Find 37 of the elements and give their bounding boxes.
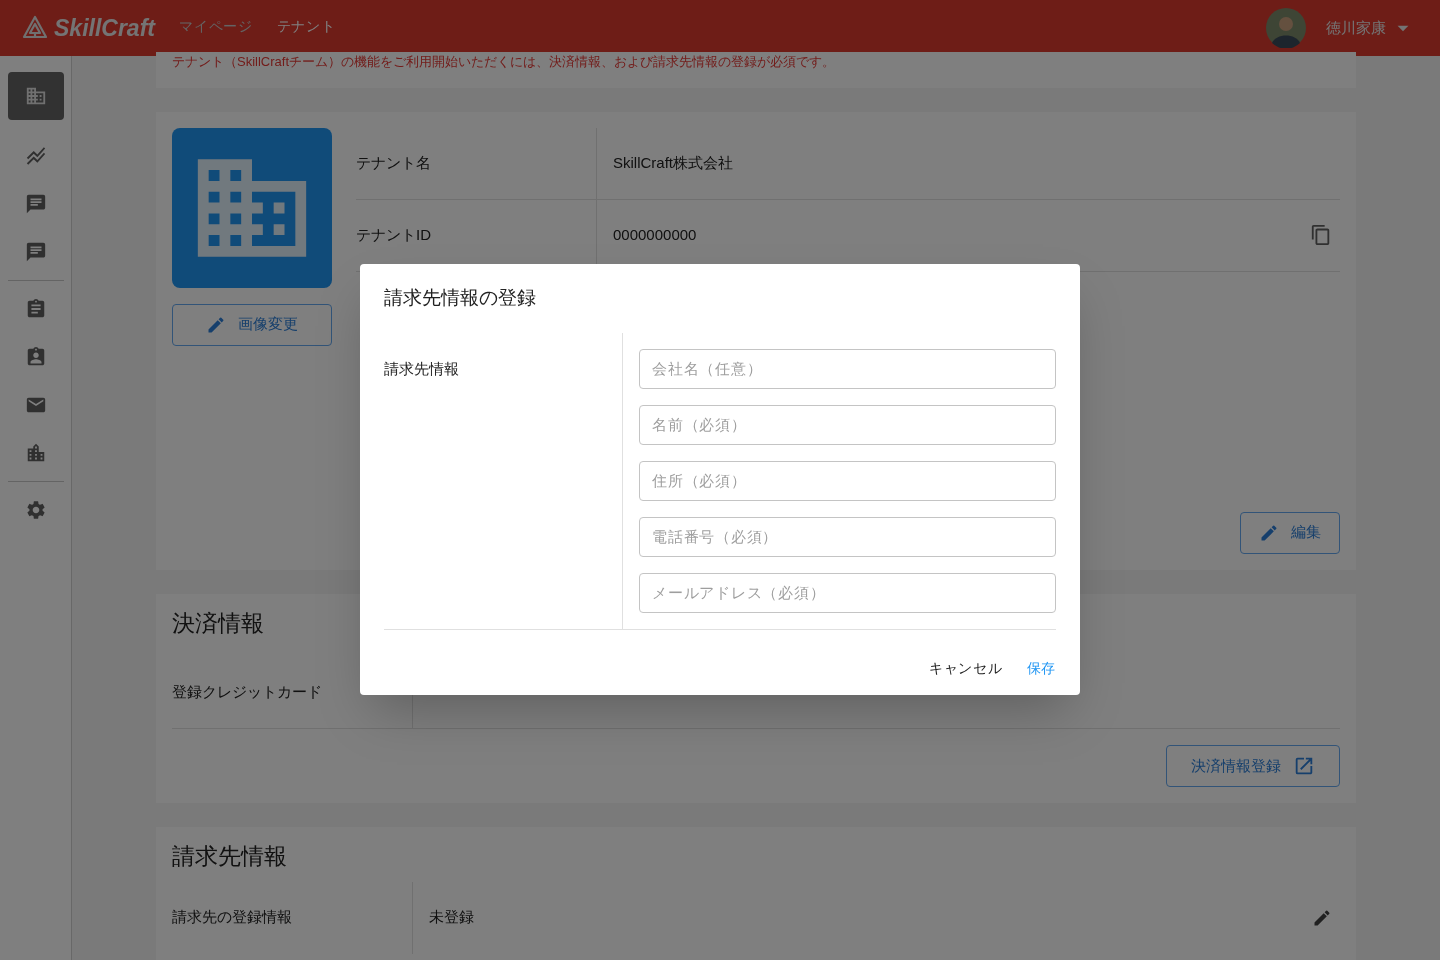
text-field[interactable]: 名前（必須） (639, 404, 1056, 445)
pencil-icon (206, 314, 226, 335)
building-icon (24, 85, 47, 107)
section-title: 決済情報 (172, 608, 265, 638)
line-chart-icon (24, 145, 47, 167)
save-button[interactable]: 保存 (1026, 657, 1056, 679)
notice-text: テナント（SkillCraftチーム）の機能をご利用開始いただくには、決済情報、および請求先情報の登録が必須です。 (172, 53, 836, 71)
edit-button[interactable]: 編集 (1240, 511, 1340, 554)
row-label: 登録クレジットカード (172, 681, 323, 702)
row-value: 未登録 (429, 907, 475, 928)
section-label: 請求先情報 (384, 359, 459, 377)
row-label: テナント名 (356, 152, 432, 173)
row-label: 請求先の登録情報 (172, 907, 293, 928)
user-name[interactable]: 徳川家康 (1326, 16, 1386, 40)
pencil-icon (1259, 522, 1279, 543)
avatar[interactable] (1266, 8, 1306, 48)
sidebar-item[interactable] (7, 72, 64, 120)
section-title: 請求先情報 (172, 842, 288, 871)
logo-icon (22, 15, 48, 41)
copy-icon[interactable] (1310, 224, 1332, 246)
pencil-icon[interactable] (1312, 907, 1332, 928)
text-field[interactable]: 住所（必須） (639, 460, 1056, 501)
row-value: SkillCraft株式会社 (613, 152, 734, 173)
text-field[interactable]: 電話番号（必須） (639, 516, 1056, 557)
change-image-button[interactable]: 画像変更 (172, 303, 332, 346)
text-field[interactable]: メールアドレス（必須） (639, 572, 1056, 613)
cancel-button[interactable]: キャンセル (929, 657, 1003, 679)
chat-icon (24, 241, 47, 263)
logo-text: SkillCraft (54, 13, 155, 43)
register-payment-button[interactable]: 決済情報登録 (1166, 745, 1340, 787)
chat-icon (24, 193, 47, 215)
external-link-icon (1293, 755, 1315, 777)
dialog-title: 請求先情報の登録 (384, 286, 537, 310)
settings-icon (24, 499, 47, 521)
row-label: テナントID (356, 224, 432, 245)
text-field[interactable]: 会社名（任意） (639, 348, 1056, 389)
row-value: 0000000000 (613, 224, 698, 245)
